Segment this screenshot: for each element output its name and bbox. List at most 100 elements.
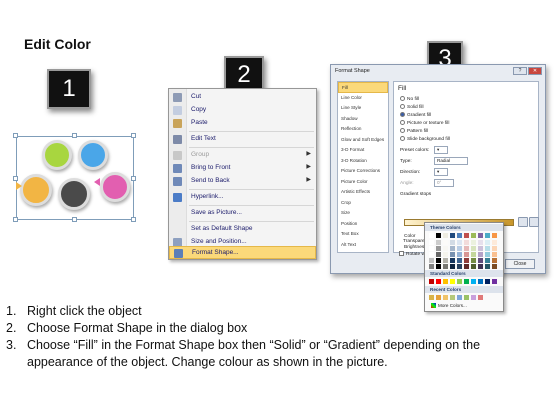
radio-solid-fill[interactable]: Solid fill <box>400 104 424 110</box>
color-swatch[interactable] <box>436 240 441 245</box>
color-swatch[interactable] <box>429 233 434 238</box>
category-position[interactable]: Position <box>338 219 388 230</box>
pink-circle[interactable] <box>100 172 130 202</box>
blue-circle[interactable] <box>78 140 108 170</box>
color-swatch[interactable] <box>478 264 483 269</box>
green-circle[interactable] <box>42 140 72 170</box>
color-swatch[interactable] <box>450 233 455 238</box>
color-swatch[interactable] <box>429 252 434 257</box>
color-swatch[interactable] <box>492 240 497 245</box>
color-swatch[interactable] <box>485 246 490 251</box>
resize-handle[interactable] <box>72 133 77 138</box>
menu-item-save-as-picture[interactable]: Save as Picture... <box>169 207 316 220</box>
color-swatch[interactable] <box>464 252 469 257</box>
color-swatch[interactable] <box>471 240 476 245</box>
category-glow[interactable]: Glow and Soft Edges <box>338 135 388 146</box>
color-swatch[interactable] <box>471 233 476 238</box>
color-swatch[interactable] <box>457 233 462 238</box>
color-swatch[interactable] <box>471 279 476 284</box>
color-swatch[interactable] <box>436 279 441 284</box>
color-swatch[interactable] <box>429 258 434 263</box>
close-button[interactable]: Close <box>505 259 535 269</box>
color-swatch[interactable] <box>443 258 448 263</box>
color-swatch[interactable] <box>464 264 469 269</box>
menu-item-cut[interactable]: Cut <box>169 91 316 104</box>
color-swatch[interactable] <box>485 279 490 284</box>
menu-item-format-shape[interactable]: Format Shape... <box>169 246 316 259</box>
color-swatch[interactable] <box>457 295 462 300</box>
radio-gradient-fill[interactable]: Gradient fill <box>400 112 431 118</box>
add-stop-button[interactable] <box>518 217 528 227</box>
color-swatch[interactable] <box>429 246 434 251</box>
category-text-box[interactable]: Text Box <box>338 229 388 240</box>
color-swatch[interactable] <box>492 264 497 269</box>
color-swatch[interactable] <box>478 252 483 257</box>
radio-picture-fill[interactable]: Picture or texture fill <box>400 120 449 126</box>
color-swatch[interactable] <box>450 264 455 269</box>
color-swatch[interactable] <box>492 258 497 263</box>
color-swatch[interactable] <box>443 252 448 257</box>
color-swatch[interactable] <box>443 264 448 269</box>
color-swatch[interactable] <box>492 279 497 284</box>
resize-handle[interactable] <box>131 217 136 222</box>
color-swatch[interactable] <box>464 240 469 245</box>
color-swatch[interactable] <box>443 279 448 284</box>
category-reflection[interactable]: Reflection <box>338 124 388 135</box>
menu-item-copy[interactable]: Copy <box>169 104 316 117</box>
preset-colors-dropdown[interactable]: ▾ <box>434 146 448 154</box>
menu-item-hyperlink[interactable]: Hyperlink... <box>169 191 316 204</box>
type-dropdown[interactable]: Radial <box>434 157 468 165</box>
radio-slide-background-fill[interactable]: Slide background fill <box>400 136 450 142</box>
circles-object[interactable] <box>13 133 136 222</box>
color-swatch[interactable] <box>436 246 441 251</box>
color-swatch[interactable] <box>471 295 476 300</box>
color-swatch[interactable] <box>450 295 455 300</box>
color-swatch[interactable] <box>457 279 462 284</box>
menu-item-edit-text[interactable]: Edit Text <box>169 133 316 146</box>
resize-handle[interactable] <box>72 217 77 222</box>
help-icon[interactable]: ? <box>513 67 527 75</box>
color-swatch[interactable] <box>457 264 462 269</box>
color-swatch[interactable] <box>464 279 469 284</box>
color-swatch[interactable] <box>471 246 476 251</box>
color-swatch[interactable] <box>485 240 490 245</box>
menu-item-set-default-shape[interactable]: Set as Default Shape <box>169 223 316 236</box>
color-swatch[interactable] <box>429 264 434 269</box>
category-line-style[interactable]: Line Style <box>338 103 388 114</box>
color-swatch[interactable] <box>429 279 434 284</box>
category-artistic-effects[interactable]: Artistic Effects <box>338 187 388 198</box>
direction-dropdown[interactable]: ▾ <box>434 168 448 176</box>
remove-stop-button[interactable] <box>529 217 539 227</box>
color-swatch[interactable] <box>450 258 455 263</box>
color-swatch[interactable] <box>478 279 483 284</box>
color-swatch[interactable] <box>450 279 455 284</box>
color-swatch[interactable] <box>429 295 434 300</box>
color-swatch[interactable] <box>478 246 483 251</box>
color-swatch[interactable] <box>478 295 483 300</box>
radio-no-fill[interactable]: No fill <box>400 96 419 102</box>
color-swatch[interactable] <box>457 246 462 251</box>
color-swatch[interactable] <box>485 252 490 257</box>
color-swatch[interactable] <box>471 258 476 263</box>
resize-handle[interactable] <box>13 217 18 222</box>
color-swatch[interactable] <box>485 258 490 263</box>
category-alt-text[interactable]: Alt Text <box>338 240 388 251</box>
category-3d-rotation[interactable]: 3-D Rotation <box>338 156 388 167</box>
color-swatch[interactable] <box>436 295 441 300</box>
color-swatch[interactable] <box>436 233 441 238</box>
category-fill[interactable]: Fill <box>338 82 388 93</box>
color-swatch[interactable] <box>478 240 483 245</box>
radio-pattern-fill[interactable]: Pattern fill <box>400 128 428 134</box>
color-swatch[interactable] <box>464 246 469 251</box>
resize-handle[interactable] <box>131 133 136 138</box>
color-swatch[interactable] <box>492 246 497 251</box>
color-swatch[interactable] <box>436 264 441 269</box>
color-swatch[interactable] <box>492 252 497 257</box>
color-swatch[interactable] <box>464 258 469 263</box>
color-swatch[interactable] <box>450 252 455 257</box>
color-swatch[interactable] <box>450 240 455 245</box>
color-swatch[interactable] <box>485 233 490 238</box>
menu-item-group[interactable]: Group ▶ <box>169 149 316 162</box>
close-icon[interactable]: ✕ <box>528 67 542 75</box>
category-picture-color[interactable]: Picture Color <box>338 177 388 188</box>
